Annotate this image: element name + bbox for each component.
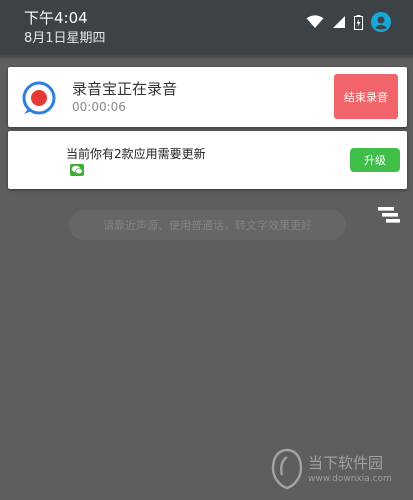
update-title: 当前你有2款应用需要更新	[66, 147, 206, 161]
stop-recording-button[interactable]: 结束录音	[334, 74, 398, 119]
wifi-icon	[306, 15, 324, 29]
clear-all-icon[interactable]	[375, 205, 401, 225]
watermark-name: 当下软件园	[308, 454, 384, 472]
watermark-url: www.downxia.com	[308, 474, 392, 484]
app-update-notification[interactable]: 当前你有2款应用需要更新 升级	[8, 131, 407, 189]
account-icon[interactable]	[371, 12, 391, 32]
signal-icon	[332, 15, 346, 29]
status-date: 8月1日星期四	[24, 31, 106, 46]
watermark-logo-icon	[270, 448, 304, 494]
recorder-icon	[20, 79, 58, 117]
wechat-icon	[70, 164, 84, 176]
recording-hint: 请靠近声源、使用普通话，转文字效果更好	[69, 210, 346, 240]
recording-notification[interactable]: 录音宝正在录音 00:00:06 结束录音	[8, 67, 407, 127]
upgrade-button[interactable]: 升级	[350, 148, 400, 172]
status-icons	[306, 12, 391, 32]
recording-elapsed-time: 00:00:06	[72, 100, 126, 114]
notification-shade-header: 下午4:04 8月1日星期四	[0, 0, 413, 60]
battery-charging-icon	[354, 14, 363, 30]
watermark: 当下软件园 www.downxia.com	[268, 446, 408, 494]
status-time: 下午4:04	[24, 9, 88, 27]
recording-title: 录音宝正在录音	[72, 80, 178, 98]
